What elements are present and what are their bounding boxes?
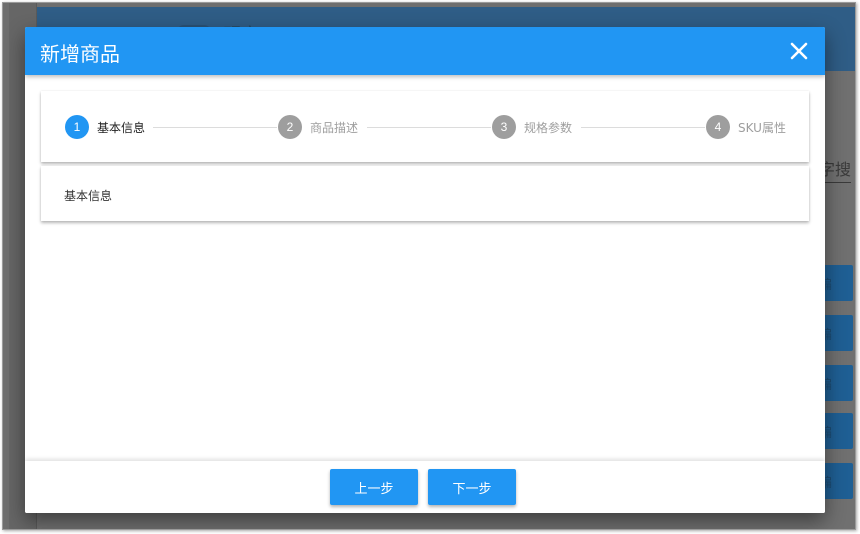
step-number: 4 [706, 115, 730, 139]
step-basic-info[interactable]: 1 基本信息 [65, 115, 145, 139]
step-number: 1 [65, 115, 89, 139]
previous-step-button[interactable]: 上一步 [330, 469, 418, 505]
step-spec-params[interactable]: 3 规格参数 [492, 115, 572, 139]
step-number: 3 [492, 115, 516, 139]
step-product-description[interactable]: 2 商品描述 [278, 115, 358, 139]
dialog-header: 新增商品 [25, 27, 825, 75]
stepper: 1 基本信息 2 商品描述 3 规格参数 4 SKU属性 [41, 91, 809, 162]
step-label: 商品描述 [310, 120, 359, 135]
close-button[interactable] [785, 37, 813, 65]
screenshot-frame: 明亮 乐优商城后台管理 字搜 编 编 编 编 编 新增商品 1 基本信息 [2, 2, 856, 530]
step-label: SKU属性 [738, 120, 786, 135]
step-content: 基本信息 [41, 166, 809, 221]
step-divider [367, 127, 491, 128]
next-step-button[interactable]: 下一步 [428, 469, 516, 505]
step-divider [581, 127, 705, 128]
add-product-dialog: 新增商品 1 基本信息 2 商品描述 3 规格参数 4 SKU属性 基本信息 上… [25, 27, 825, 513]
step-content-text: 基本信息 [64, 189, 113, 203]
step-number: 2 [278, 115, 302, 139]
close-icon [790, 42, 808, 60]
dialog-title: 新增商品 [40, 42, 120, 66]
step-divider [153, 127, 277, 128]
step-sku-attributes[interactable]: 4 SKU属性 [706, 115, 786, 139]
step-label: 基本信息 [97, 120, 146, 135]
step-label: 规格参数 [524, 120, 573, 135]
dialog-footer: 上一步 下一步 [25, 461, 825, 513]
